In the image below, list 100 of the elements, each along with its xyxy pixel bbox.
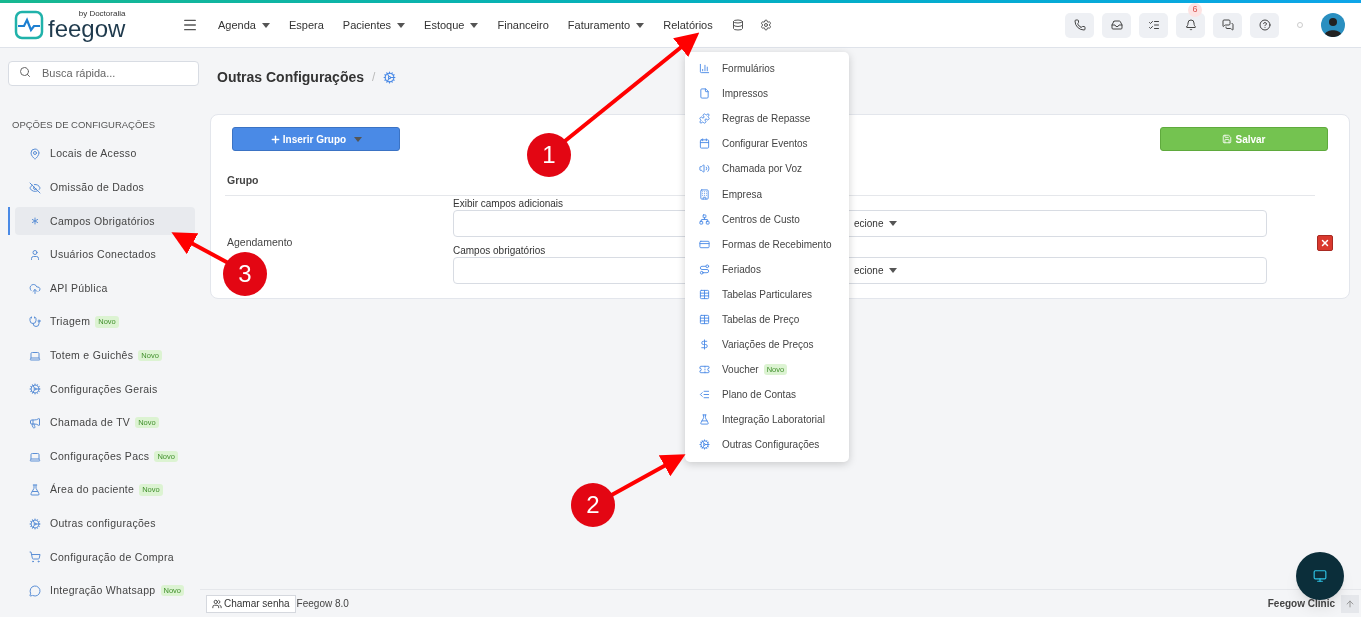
sidebar-item[interactable]: API Pública <box>15 274 195 303</box>
search-field[interactable]: Busca rápida... <box>8 60 199 86</box>
arrow-up-icon <box>1345 598 1355 609</box>
dropdown-item[interactable]: Outras Configurações <box>685 432 849 458</box>
breadcrumb-separator: / <box>372 69 376 86</box>
flask-icon <box>699 414 710 426</box>
annotation-number: 2 <box>571 483 615 527</box>
sidebar-item[interactable]: Locais de Acesso <box>15 140 195 169</box>
group-name: Agendamento <box>226 235 294 251</box>
dropdown-item[interactable]: Chamada por Voz <box>685 156 849 182</box>
gear-icon <box>699 439 710 451</box>
table-icon <box>699 288 710 300</box>
stethoscope-icon <box>29 316 41 329</box>
database-icon[interactable] <box>731 19 744 31</box>
caret-icon <box>889 221 898 227</box>
phone-icon <box>1073 19 1086 31</box>
dropdown-item[interactable]: Feriados <box>685 256 849 282</box>
nav-menu-item[interactable]: Estoque <box>424 16 479 34</box>
nav-menu-item[interactable]: Pacientes <box>342 16 406 34</box>
delete-button[interactable] <box>1317 235 1333 252</box>
building-icon <box>699 188 710 200</box>
gear-icon <box>29 517 41 530</box>
inbox-button[interactable] <box>1102 12 1131 38</box>
nav-menu-item[interactable]: Espera <box>288 16 324 34</box>
monitor-icon <box>1313 569 1327 583</box>
checklist-icon <box>1147 19 1160 31</box>
sidebar-item[interactable]: Usuários Conectados <box>15 241 195 270</box>
support-button[interactable] <box>1296 552 1344 600</box>
dollar-icon <box>699 339 710 351</box>
speaker-icon <box>699 163 710 175</box>
close-icon <box>1320 238 1330 249</box>
pin-icon <box>29 148 41 161</box>
indent-icon <box>699 389 710 401</box>
caret-icon <box>261 22 270 28</box>
caret-icon <box>397 22 406 28</box>
settings-icon[interactable] <box>759 19 772 31</box>
search-icon <box>19 66 31 78</box>
bell-icon <box>1184 19 1197 31</box>
menu-icon[interactable] <box>182 17 198 33</box>
nav-menu-item[interactable]: Financeiro <box>497 16 549 34</box>
megaphone-icon <box>29 417 41 429</box>
cart-icon <box>29 551 41 564</box>
dropdown-item[interactable]: Integração Laboratorial <box>685 407 849 433</box>
chart-icon <box>699 63 710 75</box>
sidebar-item[interactable]: Configurações Gerais <box>15 375 195 404</box>
save-icon <box>1222 134 1233 144</box>
dropdown-item[interactable]: Regras de Repasse <box>685 106 849 132</box>
table-icon <box>699 314 710 325</box>
card-icon <box>699 238 710 250</box>
caret-icon <box>470 22 479 28</box>
caret-icon <box>889 268 898 274</box>
sidebar-item[interactable]: Configuração de Compra <box>15 543 195 572</box>
dropdown-item[interactable]: Tabelas de Preço <box>685 306 849 333</box>
dropdown-item[interactable]: Empresa <box>685 181 849 207</box>
avatar[interactable] <box>1321 13 1345 37</box>
sidebar-item[interactable]: Campos Obrigatórios <box>15 207 195 236</box>
hierarchy-icon <box>699 213 710 225</box>
chat-button[interactable] <box>1213 12 1242 38</box>
phone-button[interactable] <box>1065 12 1094 38</box>
dropdown-item[interactable]: Formulários <box>685 56 849 82</box>
field-label: Exibir campos adicionais <box>453 197 564 211</box>
sidebar-heading: OPÇÕES DE CONFIGURAÇÕES <box>12 118 157 132</box>
nav-menu-item[interactable]: Agenda <box>218 16 270 34</box>
nav-menu-item[interactable]: Relatórios <box>663 16 713 34</box>
laptop-icon <box>29 349 41 362</box>
help-button[interactable] <box>1250 12 1279 38</box>
plus-icon <box>269 133 281 145</box>
file-icon <box>699 88 710 100</box>
dropdown-item[interactable]: Variações de Preços <box>685 332 849 358</box>
caret-icon <box>354 136 363 142</box>
flask-icon <box>29 484 41 497</box>
chat-icon <box>1221 19 1234 31</box>
dropdown-item[interactable]: Plano de Contas <box>685 382 849 408</box>
dropdown-item[interactable]: Impressos <box>685 81 849 107</box>
user-icon <box>29 249 41 262</box>
clinic-name: Feegow Clinic <box>1267 597 1335 611</box>
gear-icon <box>29 383 41 396</box>
logo-icon <box>14 10 44 40</box>
eye-off-icon <box>29 181 41 194</box>
sidebar-item[interactable]: Outras configurações <box>15 509 195 538</box>
bell-button[interactable] <box>1176 12 1205 38</box>
sidebar-item[interactable]: Omissão de Dados <box>15 173 195 202</box>
dropdown-item[interactable]: Configurar Eventos <box>685 131 849 157</box>
ticket-icon <box>699 364 710 376</box>
inbox-icon <box>1110 19 1123 31</box>
laptop-icon <box>29 450 41 463</box>
calendar-icon <box>699 138 710 150</box>
version-text: Feegow 8.0 <box>296 597 349 611</box>
chat-icon <box>29 584 41 597</box>
page-title: Outras Configurações <box>217 67 365 87</box>
checklist-button[interactable] <box>1139 12 1168 38</box>
help-icon <box>1258 19 1271 31</box>
cloud-upload-icon <box>29 282 41 295</box>
brand-name: feegow <box>48 18 126 40</box>
caret-icon <box>636 22 645 28</box>
call-button[interactable]: Chamar senha <box>206 594 296 613</box>
gear-icon <box>383 70 397 84</box>
puzzle-icon <box>699 113 710 125</box>
brand-byline: by Doctoralia <box>78 10 126 18</box>
nav-menu-item[interactable]: Faturamento <box>567 16 645 34</box>
